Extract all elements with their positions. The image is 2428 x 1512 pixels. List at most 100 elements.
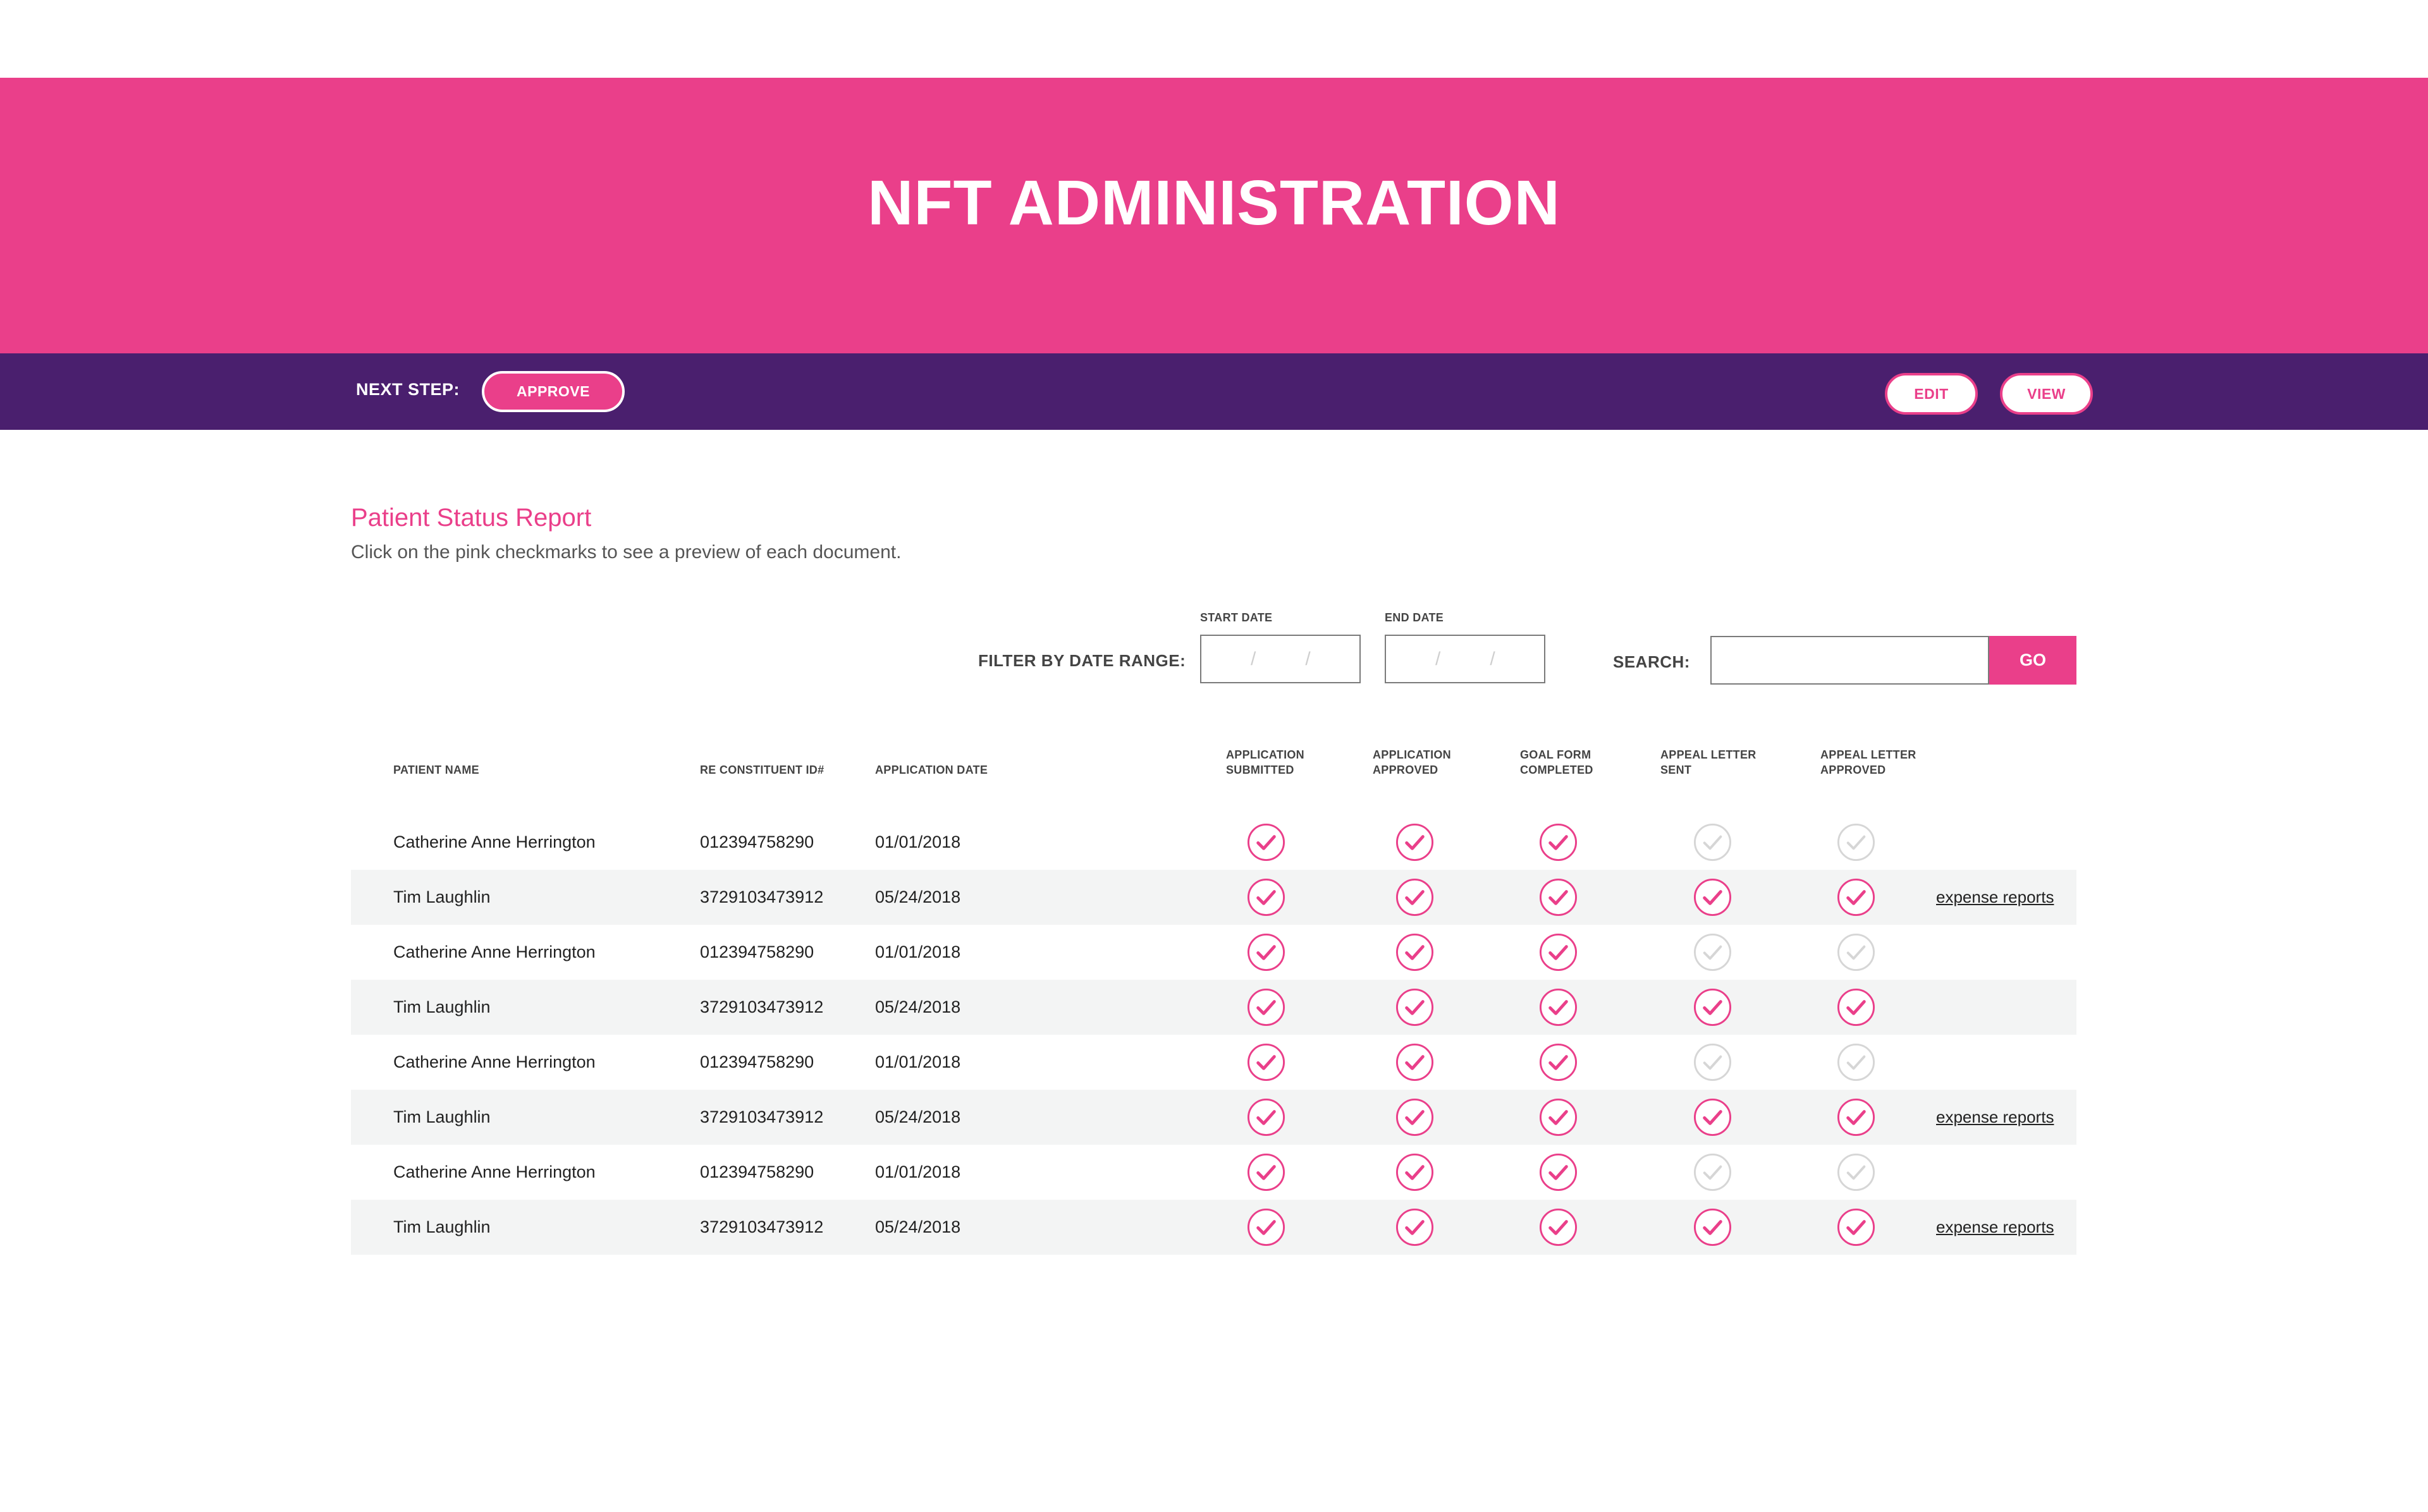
patient-name-cell: Tim Laughlin xyxy=(393,1217,491,1236)
check-circle-icon[interactable] xyxy=(1395,932,1435,972)
constituent-id-cell: 012394758290 xyxy=(700,1162,814,1181)
constituent-id-cell: 3729103473912 xyxy=(700,887,824,906)
search-label: SEARCH: xyxy=(1613,652,1690,671)
check-circle-icon[interactable] xyxy=(1693,987,1732,1027)
header-line: SENT xyxy=(1660,764,1692,776)
view-button[interactable]: VIEW xyxy=(2000,373,2093,415)
patient-name-cell: Tim Laughlin xyxy=(393,1107,491,1126)
check-circle-icon[interactable] xyxy=(1246,1207,1286,1247)
check-circle-icon[interactable] xyxy=(1246,877,1286,917)
end-date-field[interactable]: / / xyxy=(1385,635,1545,683)
check-circle-icon[interactable] xyxy=(1836,877,1876,917)
table-row: Catherine Anne Herrington 012394758290 01/… xyxy=(351,925,2076,980)
check-circle-icon[interactable] xyxy=(1538,932,1578,972)
check-circle-icon[interactable] xyxy=(1395,987,1435,1027)
check-circle-icon[interactable] xyxy=(1538,1207,1578,1247)
check-circle-icon[interactable] xyxy=(1246,822,1286,862)
header-line: APPLICATION xyxy=(1226,748,1304,761)
check-circle-icon[interactable] xyxy=(1538,877,1578,917)
check-circle-icon[interactable] xyxy=(1395,822,1435,862)
check-circle-icon[interactable] xyxy=(1693,1097,1732,1137)
patient-name-cell: Tim Laughlin xyxy=(393,997,491,1016)
table-row: Catherine Anne Herrington 012394758290 01/… xyxy=(351,815,2076,870)
check-circle-icon[interactable] xyxy=(1246,1152,1286,1192)
check-circle-icon[interactable] xyxy=(1538,1042,1578,1082)
patient-name-cell: Catherine Anne Herrington xyxy=(393,832,596,851)
check-circle-outline-icon xyxy=(1836,932,1876,972)
column-header-application-date: APPLICATION DATE xyxy=(875,764,988,776)
header-line: APPLICATION xyxy=(1373,748,1451,761)
constituent-id-cell: 3729103473912 xyxy=(700,1107,824,1126)
constituent-id-cell: 3729103473912 xyxy=(700,1217,824,1236)
application-date-cell: 01/01/2018 xyxy=(875,942,961,961)
check-circle-icon[interactable] xyxy=(1395,1042,1435,1082)
column-header-app-approved: APPLICATION APPROVED xyxy=(1373,747,1451,777)
go-button[interactable]: GO xyxy=(1989,636,2076,685)
expense-reports-link[interactable]: expense reports xyxy=(1936,1200,2054,1255)
date-separator: / xyxy=(1490,648,1495,669)
check-circle-icon[interactable] xyxy=(1395,877,1435,917)
report-title: Patient Status Report xyxy=(351,504,592,532)
filter-date-range-label: FILTER BY DATE RANGE: xyxy=(978,651,1186,670)
column-header-goal-form: GOAL FORM COMPLETED xyxy=(1520,747,1593,777)
header-line: GOAL FORM xyxy=(1520,748,1591,761)
expense-reports-link[interactable]: expense reports xyxy=(1936,870,2054,925)
application-date-cell: 05/24/2018 xyxy=(875,887,961,906)
check-circle-outline-icon xyxy=(1693,822,1732,862)
check-circle-icon[interactable] xyxy=(1538,1152,1578,1192)
date-separator: / xyxy=(1251,648,1256,669)
edit-button[interactable]: EDIT xyxy=(1885,373,1978,415)
table-row: Tim Laughlin 3729103473912 05/24/2018 xyxy=(351,980,2076,1035)
approve-button[interactable]: APPROVE xyxy=(482,371,625,412)
search-input[interactable] xyxy=(1710,636,1989,685)
check-circle-outline-icon xyxy=(1693,1042,1732,1082)
check-circle-icon[interactable] xyxy=(1246,1097,1286,1137)
table-row: Catherine Anne Herrington 012394758290 01/… xyxy=(351,1145,2076,1200)
start-date-field[interactable]: / / xyxy=(1200,635,1361,683)
constituent-id-cell: 3729103473912 xyxy=(700,997,824,1016)
check-circle-icon[interactable] xyxy=(1395,1097,1435,1137)
patient-name-cell: Catherine Anne Herrington xyxy=(393,942,596,961)
header-line: SUBMITTED xyxy=(1226,764,1294,776)
check-circle-icon[interactable] xyxy=(1538,987,1578,1027)
expense-reports-link[interactable]: expense reports xyxy=(1936,1090,2054,1145)
end-date-label: END DATE xyxy=(1385,611,1444,624)
patient-name-cell: Tim Laughlin xyxy=(393,887,491,906)
start-date-label: START DATE xyxy=(1200,611,1273,624)
check-circle-icon[interactable] xyxy=(1246,987,1286,1027)
check-circle-outline-icon xyxy=(1836,1042,1876,1082)
check-circle-icon[interactable] xyxy=(1836,1207,1876,1247)
check-circle-icon[interactable] xyxy=(1693,877,1732,917)
application-date-cell: 05/24/2018 xyxy=(875,1107,961,1126)
constituent-id-cell: 012394758290 xyxy=(700,832,814,851)
check-circle-icon[interactable] xyxy=(1538,1097,1578,1137)
header-line: APPROVED xyxy=(1820,764,1886,776)
column-header-constituent-id: RE CONSTITUENT ID# xyxy=(700,764,825,776)
check-circle-icon[interactable] xyxy=(1836,1097,1876,1137)
table-row: Tim Laughlin 3729103473912 05/24/2018 expen… xyxy=(351,870,2076,925)
application-date-cell: 01/01/2018 xyxy=(875,832,961,851)
table-row: Catherine Anne Herrington 012394758290 01/… xyxy=(351,1035,2076,1090)
check-circle-outline-icon xyxy=(1836,1152,1876,1192)
header-line: APPROVED xyxy=(1373,764,1438,776)
check-circle-icon[interactable] xyxy=(1836,987,1876,1027)
date-separator: / xyxy=(1435,648,1441,669)
column-header-appeal-approved: APPEAL LETTER APPROVED xyxy=(1820,747,1916,777)
column-header-app-submitted: APPLICATION SUBMITTED xyxy=(1226,747,1304,777)
check-circle-icon[interactable] xyxy=(1246,1042,1286,1082)
constituent-id-cell: 012394758290 xyxy=(700,942,814,961)
header-line: APPEAL LETTER xyxy=(1660,748,1757,761)
report-subtitle: Click on the pink checkmarks to see a pr… xyxy=(351,542,902,563)
column-header-patient-name: PATIENT NAME xyxy=(393,764,479,776)
application-date-cell: 05/24/2018 xyxy=(875,1217,961,1236)
check-circle-icon[interactable] xyxy=(1693,1207,1732,1247)
constituent-id-cell: 012394758290 xyxy=(700,1052,814,1071)
check-circle-icon[interactable] xyxy=(1246,932,1286,972)
check-circle-outline-icon xyxy=(1693,1152,1732,1192)
header-line: APPEAL LETTER xyxy=(1820,748,1916,761)
column-header-appeal-sent: APPEAL LETTER SENT xyxy=(1660,747,1757,777)
table-row: Tim Laughlin 3729103473912 05/24/2018 expen… xyxy=(351,1090,2076,1145)
check-circle-icon[interactable] xyxy=(1538,822,1578,862)
check-circle-icon[interactable] xyxy=(1395,1207,1435,1247)
check-circle-icon[interactable] xyxy=(1395,1152,1435,1192)
